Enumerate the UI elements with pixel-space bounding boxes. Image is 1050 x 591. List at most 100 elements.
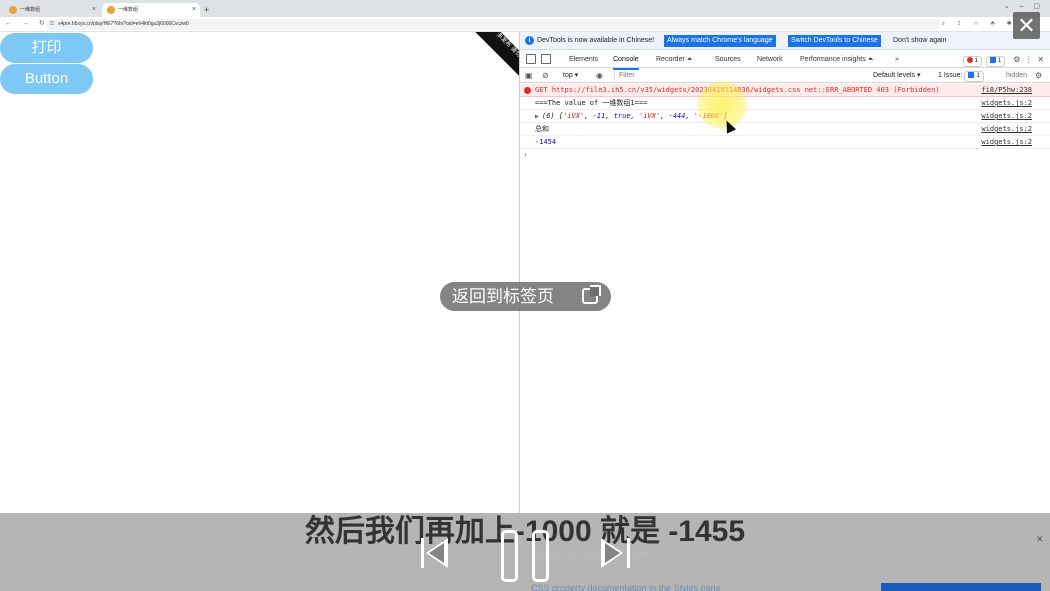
devtools-right-controls: 1 1 ⚙ ⋮ ✕: [962, 51, 1044, 68]
return-label: 返回到标签页: [452, 287, 554, 306]
filter-input[interactable]: Filter: [614, 71, 866, 81]
source-link[interactable]: widgets.js:2: [981, 123, 1032, 136]
console-toolbar: ▣ ⊘ top ▾ ◉ Filter Default levels ▾ 1 Is…: [520, 69, 1050, 83]
external-link-icon: [582, 285, 601, 304]
log-levels-dropdown[interactable]: Default levels ▾: [873, 69, 920, 83]
issues-indicator[interactable]: 1 Issue: 1: [938, 69, 984, 83]
lock-icon: ⚿: [50, 21, 54, 27]
close-devtools-icon[interactable]: ✕: [1037, 55, 1044, 64]
close-icon[interactable]: ✕: [1013, 12, 1040, 39]
tab-close-icon[interactable]: ×: [92, 3, 96, 17]
array-item: true: [613, 112, 631, 120]
sidebar-toggle-icon[interactable]: ▣: [525, 71, 533, 81]
window-controls[interactable]: ⌄ – ▢: [1004, 2, 1044, 10]
switch-chinese-button[interactable]: Switch DevTools to Chinese: [788, 35, 881, 47]
source-link[interactable]: widgets.js:2: [981, 136, 1032, 149]
dont-show-again-button[interactable]: Don't show again: [890, 35, 949, 47]
array-item: -444: [668, 112, 686, 120]
devtools-tab-bar: Elements Console Recorder ⏶ Sources Netw…: [520, 51, 1050, 70]
url-text: v4pre.h5sys.cn/play/HE7?6hr?oid=eh4kt0gu…: [58, 21, 189, 27]
browser-tab-2[interactable]: 一维数组 ×: [102, 3, 200, 17]
tab-recorder[interactable]: Recorder ⏶: [656, 51, 692, 68]
log-message: -1454: [535, 138, 557, 146]
generic-button[interactable]: Button: [0, 64, 93, 94]
kebab-menu-icon[interactable]: ⋮: [1025, 55, 1033, 64]
error-count: 1: [974, 58, 978, 64]
clear-console-icon[interactable]: ⊘: [542, 71, 549, 81]
whats-new-item: CSS property documentation in the Styles…: [531, 583, 721, 591]
console-log-row: 总和 widgets.js:2: [520, 123, 1050, 136]
new-tab-button[interactable]: +: [204, 3, 209, 17]
source-link[interactable]: fi8/P5hw:238: [981, 84, 1032, 97]
next-icon-bar: [627, 538, 630, 568]
nav-buttons[interactable]: ← → ↻: [5, 19, 49, 27]
issues-count: 1: [976, 73, 980, 79]
devtools-panel: i DevTools is now available in Chinese! …: [520, 32, 1050, 513]
console-log-row: ===The value of 一维数组1=== widgets.js:2: [520, 97, 1050, 110]
favicon-icon: [9, 6, 17, 14]
tab-elements[interactable]: Elements: [569, 51, 598, 68]
whats-new-button: [881, 583, 1041, 591]
match-language-button[interactable]: Always match Chrome's language: [664, 35, 776, 47]
unpublished-ribbon: 未发布 请勿分享: [468, 32, 520, 84]
page-content: 打印 Button: [0, 32, 520, 513]
pause-icon: [501, 530, 518, 582]
info-icon: i: [525, 36, 534, 45]
array-prefix: (6) [: [542, 112, 564, 120]
context-selector[interactable]: top ▾: [563, 69, 578, 83]
tab-close-icon[interactable]: ×: [192, 3, 196, 17]
next-button[interactable]: [598, 530, 632, 578]
console-array-row[interactable]: ▶ (6) ['iVX', -11, true, 'iVX', -444, '-…: [520, 110, 1050, 123]
settings-gear-icon[interactable]: ⚙: [1013, 55, 1020, 64]
live-expression-eye-icon[interactable]: ◉: [596, 71, 603, 81]
tab-sources[interactable]: Sources: [715, 51, 741, 68]
error-icon: [966, 57, 973, 63]
whats-new-heading: Highlights from the Chrome 112 update: [531, 550, 653, 557]
favicon-icon: [107, 6, 115, 14]
hidden-count: hidden: [1006, 72, 1028, 79]
source-link[interactable]: widgets.js:2: [981, 110, 1032, 123]
source-link[interactable]: widgets.js:2: [981, 97, 1032, 110]
device-toolbar-icon[interactable]: [541, 54, 551, 64]
infobar-message: DevTools is now available in Chinese!: [537, 37, 655, 44]
tab-console[interactable]: Console: [613, 51, 639, 70]
tab-title: 一维数组: [20, 7, 41, 13]
pause-button[interactable]: [501, 530, 549, 582]
message-icon: [989, 57, 996, 63]
array-item: -11: [592, 112, 606, 120]
log-message: ===The value of 一维数组1===: [535, 99, 648, 107]
console-settings-icon[interactable]: ⚙: [1035, 71, 1042, 81]
return-to-tab-button[interactable]: 返回到标签页: [440, 282, 611, 311]
ribbon-text: 未发布 请勿分享: [470, 32, 520, 84]
console-error-row: GET https://file3.ih5.cn/v35/widgets/202…: [520, 84, 1050, 97]
issue-icon: [968, 72, 975, 78]
previous-icon: [426, 538, 448, 568]
address-bar-row: ← → ↻ ⚿ v4pre.h5sys.cn/play/HE7?6hr?oid=…: [0, 17, 1050, 32]
error-count-badge[interactable]: 1: [962, 56, 982, 67]
inspect-element-icon[interactable]: [526, 54, 536, 64]
tab-network[interactable]: Network: [757, 51, 783, 68]
console-prompt[interactable]: ›: [520, 149, 1050, 161]
error-icon: [524, 87, 531, 94]
issues-label: 1 Issue:: [938, 72, 963, 79]
next-icon: [601, 538, 623, 568]
previous-button[interactable]: [419, 530, 453, 578]
pause-icon: [532, 530, 549, 582]
more-tabs-button[interactable]: »: [895, 51, 899, 68]
print-button[interactable]: 打印: [0, 33, 93, 63]
message-count: 1: [997, 58, 1002, 64]
tab-title: 一维数组: [118, 7, 139, 13]
browser-tab-1[interactable]: 一维数组 ×: [4, 3, 100, 17]
console-output: GET https://file3.ih5.cn/v35/widgets/202…: [520, 84, 1050, 161]
message-count-badge[interactable]: 1: [985, 56, 1006, 67]
expand-caret-icon[interactable]: ▶: [535, 110, 539, 123]
log-message: 总和: [535, 125, 549, 133]
tab-performance-insights[interactable]: Performance insights ⏶: [800, 51, 873, 68]
issues-badge: 1: [964, 71, 984, 82]
previous-icon-bar: [421, 538, 424, 568]
screen: 一维数组 × 一维数组 × + ⌄ – ▢ ← → ↻ ⚿ v4pre.h5sy…: [0, 0, 1050, 591]
url-field[interactable]: ⚿ v4pre.h5sys.cn/play/HE7?6hr?oid=eh4kt0…: [46, 19, 940, 30]
browser-tab-strip: 一维数组 × 一维数组 × + ⌄ – ▢: [0, 0, 1050, 17]
devtools-infobar: i DevTools is now available in Chinese! …: [520, 32, 1050, 50]
console-log-row: -1454 widgets.js:2: [520, 136, 1050, 149]
